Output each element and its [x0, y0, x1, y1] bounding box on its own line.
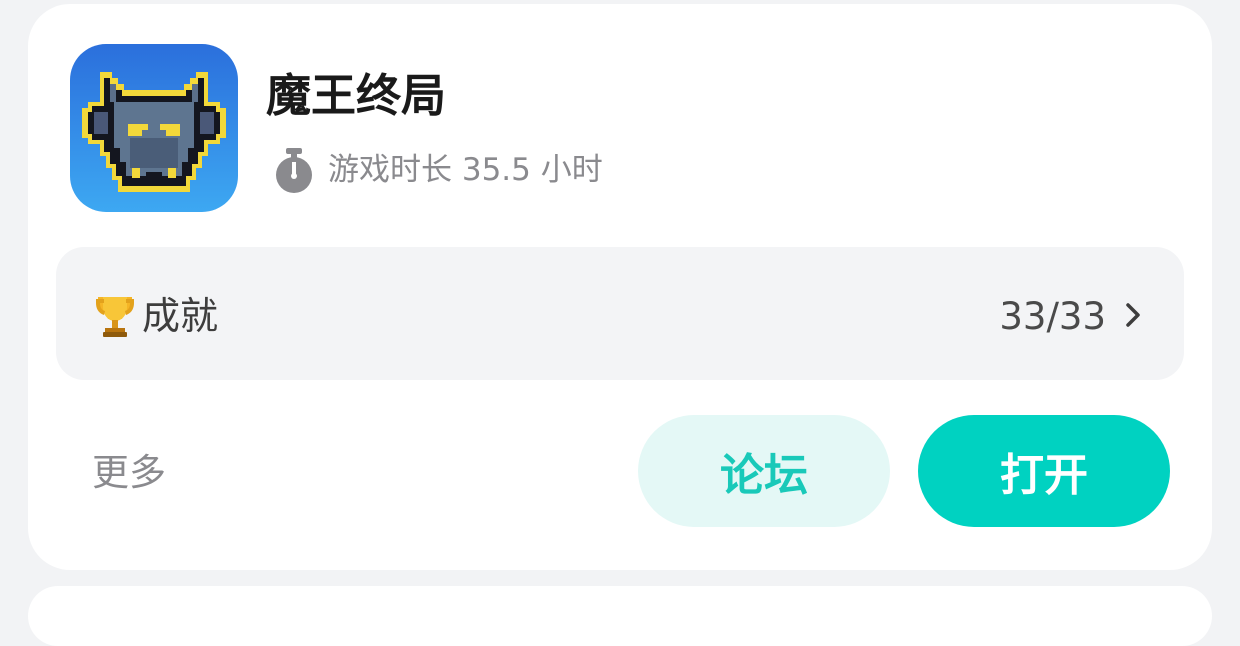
demon-wolf-pixel-icon: [70, 44, 238, 212]
open-button[interactable]: 打开: [918, 415, 1170, 527]
achievement-row[interactable]: 成就 33/33: [56, 247, 1184, 380]
trophy-icon: [96, 297, 134, 337]
achievement-label: 成就: [142, 294, 219, 338]
forum-button[interactable]: 论坛: [638, 415, 890, 527]
game-title: 魔王终局: [266, 69, 447, 122]
playtime-text: 游戏时长 35.5 小时: [328, 152, 603, 188]
achievement-count: 33/33: [999, 295, 1106, 338]
chevron-right-icon: [1126, 303, 1140, 327]
playtime-row: 游戏时长 35.5 小时: [272, 142, 603, 198]
game-app-icon[interactable]: [70, 44, 238, 212]
stopwatch-icon: [276, 148, 312, 193]
next-game-card: [28, 586, 1212, 646]
more-link[interactable]: 更多: [92, 448, 166, 498]
